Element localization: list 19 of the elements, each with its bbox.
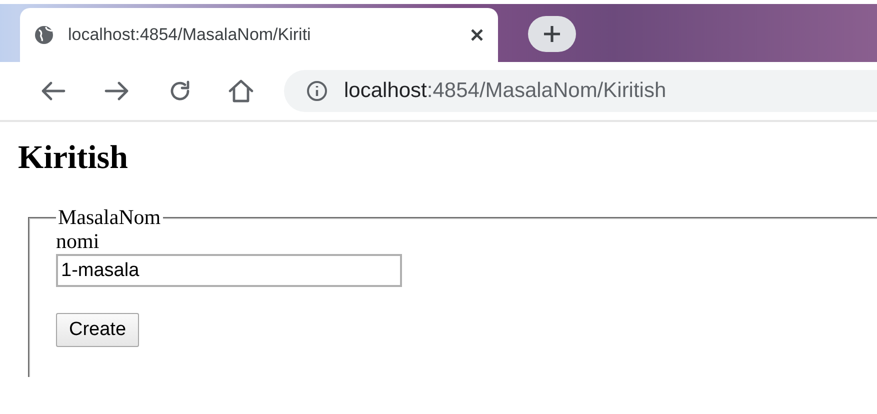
fieldset-legend: MasalaNom — [56, 205, 163, 230]
reload-button[interactable] — [168, 79, 192, 103]
input-field[interactable]: 1-masala — [56, 254, 402, 287]
close-icon[interactable] — [470, 28, 484, 42]
field-label: nomi — [56, 230, 100, 252]
tab-title: localhost:4854/MasalaNom/Kiriti — [68, 25, 312, 45]
create-button[interactable]: Create — [56, 313, 140, 347]
url-host: localhost — [344, 79, 427, 102]
new-tab-button[interactable] — [528, 16, 576, 52]
info-icon — [306, 80, 328, 102]
plus-icon — [542, 24, 562, 44]
forward-button[interactable] — [104, 80, 130, 102]
url-path: :4854/MasalaNom/Kiritish — [426, 79, 666, 102]
globe-icon — [34, 25, 54, 45]
page-heading: Kiritish — [18, 140, 130, 177]
browser-tab[interactable]: localhost:4854/MasalaNom/Kiriti — [20, 8, 498, 62]
back-button[interactable] — [40, 80, 66, 102]
home-button[interactable] — [228, 79, 254, 103]
address-bar[interactable]: localhost:4854/MasalaNom/Kiritish — [284, 70, 877, 112]
